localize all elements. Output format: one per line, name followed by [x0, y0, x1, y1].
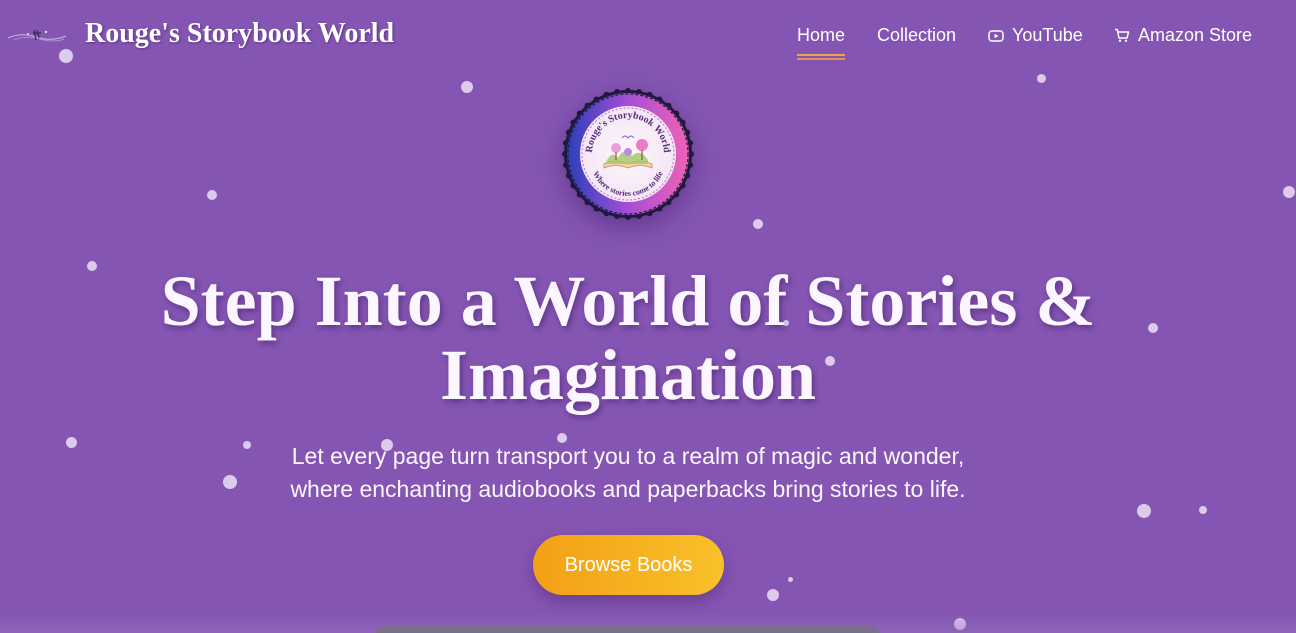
nav-amazon-label: Amazon Store: [1138, 25, 1253, 45]
dot: [1283, 186, 1295, 198]
hero-subtitle-line-2: where enchanting audiobooks and paperbac…: [290, 476, 966, 502]
hero-subtitle-line-1: Let every page turn transport you to a r…: [291, 443, 965, 469]
hero-title-line-2: Imagination: [439, 335, 817, 415]
storybook-badge: Rouge's Storybook World Where stories co…: [562, 88, 694, 220]
nav-collection[interactable]: Collection: [877, 25, 956, 46]
dot: [1199, 506, 1207, 514]
dot: [753, 219, 763, 229]
hero-title-line-1: Step Into a World of Stories &: [160, 261, 1096, 341]
dot: [788, 577, 793, 582]
page: Rouge's Storybook World Home Collection: [0, 0, 1296, 633]
main-nav: Home Collection YouTube Amazon Store: [0, 25, 1296, 65]
dot: [1137, 504, 1151, 518]
play-icon: [988, 29, 1004, 42]
active-nav-indicator: [797, 54, 845, 60]
browse-books-button[interactable]: Browse Books: [533, 535, 724, 595]
site-header: Rouge's Storybook World Home Collection: [0, 0, 1296, 72]
dot: [1037, 74, 1046, 83]
nav-amazon-store[interactable]: Amazon Store: [1114, 25, 1252, 46]
hero-title: Step Into a World of Stories & Imaginati…: [0, 264, 1256, 412]
next-section-preview: [375, 626, 880, 633]
hero-subtitle: Let every page turn transport you to a r…: [0, 440, 1256, 506]
nav-youtube[interactable]: YouTube: [988, 25, 1083, 46]
dot: [207, 190, 217, 200]
dot: [461, 81, 473, 93]
dot: [767, 589, 779, 601]
nav-collection-label: Collection: [877, 25, 957, 45]
nav-home-label: Home: [797, 25, 846, 45]
nav-youtube-label: YouTube: [1012, 25, 1083, 45]
nav-home[interactable]: Home: [797, 25, 846, 60]
cart-icon: [1114, 28, 1130, 43]
